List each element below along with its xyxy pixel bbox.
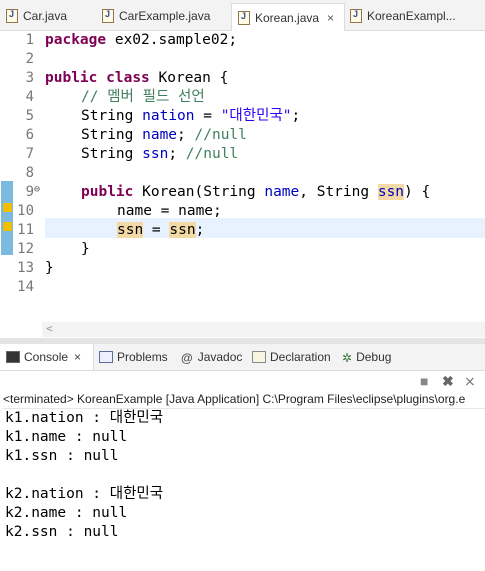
tab-label: KoreanExampl... bbox=[367, 9, 456, 23]
line-number: 2 bbox=[25, 51, 34, 67]
java-file-icon bbox=[6, 9, 18, 23]
code-line-1: package ex02.sample02; bbox=[45, 32, 238, 48]
line-number: 4 bbox=[25, 89, 34, 105]
tab-debug[interactable]: ✲ Debug bbox=[342, 344, 391, 370]
code-editor[interactable]: 1 2 3 4 5 6 7 8 9 10 11 12 13 14 ⊖ packa… bbox=[0, 31, 485, 338]
console-line: k1.ssn : null bbox=[5, 448, 119, 464]
line-number: 6 bbox=[25, 127, 34, 143]
javadoc-icon: @ bbox=[181, 351, 193, 365]
tab-carexample-java[interactable]: CarExample.java bbox=[96, 4, 230, 28]
code-line-10: name = name; bbox=[117, 203, 222, 219]
console-line: k2.ssn : null bbox=[5, 524, 119, 540]
tab-koreanexample-java[interactable]: KoreanExampl... bbox=[344, 4, 485, 28]
overview-ruler bbox=[0, 31, 14, 321]
remove-all-icon[interactable]: ⨯ bbox=[464, 373, 476, 390]
code-line-12: } bbox=[81, 241, 90, 257]
close-icon[interactable]: × bbox=[327, 11, 334, 25]
code-line-5: String nation = "대한민국"; bbox=[81, 108, 301, 124]
tab-car-java[interactable]: Car.java bbox=[0, 4, 96, 28]
code-line-3: public class Korean { bbox=[45, 70, 229, 86]
view-tab-bar: Console × Problems @ Javadoc Declaration… bbox=[0, 344, 485, 371]
line-number: 3 bbox=[25, 70, 34, 86]
current-line-highlight bbox=[45, 218, 485, 238]
tab-label: Declaration bbox=[270, 350, 331, 364]
line-number: 5 bbox=[25, 108, 34, 124]
console-line: k1.nation : 대한민국 bbox=[5, 410, 164, 426]
line-number: 13 bbox=[17, 260, 34, 276]
tab-korean-java[interactable]: Korean.java × bbox=[231, 3, 345, 31]
tab-javadoc[interactable]: @ Javadoc bbox=[181, 344, 242, 370]
warning-icon[interactable] bbox=[3, 203, 12, 212]
console-process-label: <terminated> KoreanExample [Java Applica… bbox=[3, 391, 485, 409]
java-file-icon bbox=[238, 10, 250, 25]
fold-collapse-icon[interactable]: ⊖ bbox=[34, 184, 40, 195]
console-line: k1.name : null bbox=[5, 429, 128, 445]
tab-label: Car.java bbox=[23, 9, 68, 23]
code-line-9: public Korean(String name, String ssn) { bbox=[81, 184, 431, 200]
console-line: k2.nation : 대한민국 bbox=[5, 486, 164, 502]
console-toolbar: ■ ✖ ⨯ bbox=[0, 371, 485, 391]
tab-label: Javadoc bbox=[197, 350, 243, 364]
tab-label: Korean.java bbox=[255, 10, 320, 25]
declaration-icon bbox=[252, 351, 266, 363]
code-line-11: ssn = ssn; bbox=[117, 222, 205, 238]
code-line-6: String name; //null bbox=[81, 127, 247, 143]
line-number: 9 bbox=[25, 184, 34, 200]
tab-declaration[interactable]: Declaration bbox=[252, 344, 331, 370]
console-line: k2.name : null bbox=[5, 505, 128, 521]
tab-label: Console bbox=[24, 350, 69, 364]
tab-label: Debug bbox=[356, 350, 392, 364]
remove-launch-icon[interactable]: ✖ bbox=[442, 373, 454, 390]
console-output[interactable]: k1.nation : 대한민국 k1.name : null k1.ssn :… bbox=[0, 409, 485, 571]
horizontal-scrollbar[interactable]: < bbox=[42, 322, 485, 337]
terminate-icon[interactable]: ■ bbox=[420, 373, 428, 389]
console-icon bbox=[6, 351, 20, 363]
line-number: 1 bbox=[25, 32, 34, 48]
debug-icon: ✲ bbox=[342, 351, 353, 365]
line-number: 7 bbox=[25, 146, 34, 162]
change-marker bbox=[1, 181, 13, 255]
line-number: 11 bbox=[17, 222, 34, 238]
tab-label: CarExample.java bbox=[119, 9, 211, 23]
tab-label: Problems bbox=[117, 350, 168, 364]
line-number: 8 bbox=[25, 165, 34, 181]
editor-tab-bar: Car.java CarExample.java Korean.java × K… bbox=[0, 0, 485, 31]
tab-console[interactable]: Console × bbox=[0, 344, 94, 370]
warning-icon[interactable] bbox=[3, 222, 12, 231]
problems-icon bbox=[99, 351, 113, 363]
code-line-4: // 멤버 필드 선언 bbox=[81, 89, 205, 105]
scroll-left-icon[interactable]: < bbox=[46, 322, 53, 335]
java-file-icon bbox=[350, 9, 362, 23]
line-number: 12 bbox=[17, 241, 34, 257]
close-icon[interactable]: × bbox=[74, 350, 81, 364]
tab-problems[interactable]: Problems bbox=[99, 344, 168, 370]
code-line-7: String ssn; //null bbox=[81, 146, 239, 162]
code-line-13: } bbox=[45, 260, 54, 276]
line-number: 14 bbox=[17, 279, 34, 295]
code-lines[interactable]: package ex02.sample02; public class Kore… bbox=[45, 31, 430, 276]
line-number: 10 bbox=[17, 203, 34, 219]
java-file-icon bbox=[102, 9, 114, 23]
